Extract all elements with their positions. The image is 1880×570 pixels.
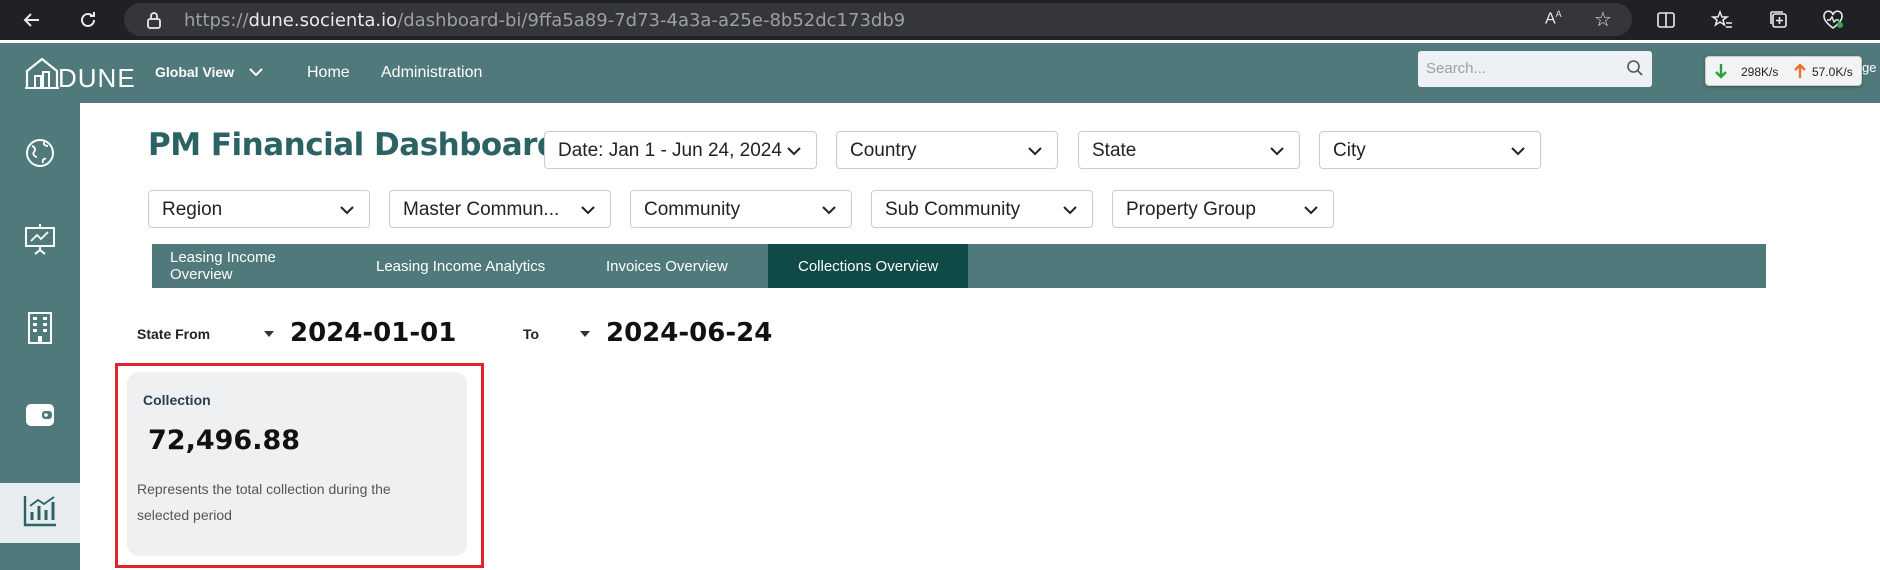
- wallet-icon: [24, 401, 56, 434]
- sidebar: [0, 103, 80, 570]
- date-filter-label: Date: Jan 1 - Jun 24, 2024: [558, 140, 782, 161]
- city-label: City: [1333, 140, 1366, 161]
- property-group-label: Property Group: [1126, 199, 1256, 220]
- sidebar-item-buildings[interactable]: [0, 300, 80, 360]
- chevron-down-icon: [1062, 202, 1078, 220]
- chevron-down-icon: [1027, 143, 1043, 161]
- browser-essentials-icon[interactable]: [1819, 6, 1847, 34]
- sub-community-label: Sub Community: [885, 199, 1021, 220]
- to-date-value[interactable]: 2024-06-24: [606, 318, 772, 348]
- caret-down-icon[interactable]: [264, 331, 274, 337]
- address-bar[interactable]: https://dune.socienta.io/dashboard-bi/9f…: [124, 3, 1632, 36]
- dashboard-tabs: Leasing Income Overview Leasing Income A…: [152, 244, 1766, 288]
- card-description: Represents the total collection during t…: [137, 481, 391, 523]
- browser-toolbar: https://dune.socienta.io/dashboard-bi/9f…: [0, 0, 1880, 40]
- tab-leasing-income-analytics[interactable]: Leasing Income Analytics: [358, 244, 578, 288]
- chevron-down-icon: [248, 64, 264, 80]
- sidebar-item-analytics[interactable]: [0, 483, 80, 543]
- download-speed: 298K/s: [1741, 65, 1779, 79]
- favorites-icon[interactable]: [1708, 6, 1736, 34]
- search-input[interactable]: Search...: [1418, 51, 1652, 87]
- chevron-down-icon: [339, 202, 355, 220]
- from-date-value[interactable]: 2024-01-01: [290, 318, 456, 348]
- read-aloud-icon[interactable]: AA: [1545, 9, 1562, 28]
- card-value: 72,496.88: [148, 425, 301, 456]
- region-label: Region: [162, 199, 223, 220]
- region-dropdown[interactable]: Region: [148, 190, 370, 228]
- search-icon[interactable]: [1626, 59, 1644, 82]
- nav-administration[interactable]: Administration: [381, 64, 482, 82]
- country-label: Country: [850, 140, 917, 161]
- sub-community-dropdown[interactable]: Sub Community: [871, 190, 1093, 228]
- building-icon: [26, 311, 54, 350]
- bar-chart-icon: [22, 494, 58, 533]
- split-screen-icon[interactable]: [1652, 6, 1680, 34]
- chevron-down-icon: [786, 143, 802, 161]
- master-community-label: Master Commun...: [403, 199, 560, 220]
- to-label: To: [523, 326, 540, 342]
- search-placeholder: Search...: [1426, 60, 1487, 77]
- refresh-icon[interactable]: [74, 6, 102, 34]
- sidebar-item-wallet[interactable]: [0, 387, 80, 447]
- state-dropdown[interactable]: State: [1078, 131, 1300, 169]
- chevron-down-icon: [1510, 143, 1526, 161]
- lock-icon: [146, 11, 162, 34]
- logo-text: DUNE: [58, 63, 136, 93]
- page-title: PM Financial Dashboard: [148, 127, 559, 163]
- chevron-down-icon: [580, 202, 596, 220]
- favorite-star-icon[interactable]: ☆: [1594, 7, 1612, 32]
- card-title: Collection: [143, 392, 211, 408]
- state-from-label: State From: [137, 326, 211, 342]
- chevron-down-icon: [1269, 143, 1285, 161]
- date-filter-dropdown[interactable]: Date: Jan 1 - Jun 24, 2024: [544, 131, 817, 169]
- tab-collections-overview[interactable]: Collections Overview: [768, 244, 968, 288]
- presentation-chart-icon: [23, 222, 57, 261]
- sidebar-item-global[interactable]: [0, 125, 80, 185]
- community-dropdown[interactable]: Community: [630, 190, 852, 228]
- tab-invoices-overview[interactable]: Invoices Overview: [578, 244, 768, 288]
- network-speed-badge: 298K/s 57.0K/s: [1705, 56, 1862, 86]
- community-label: Community: [644, 199, 741, 220]
- country-dropdown[interactable]: Country: [836, 131, 1058, 169]
- sidebar-item-presentation[interactable]: [0, 211, 80, 271]
- back-arrow-icon[interactable]: [18, 6, 46, 34]
- upload-speed: 57.0K/s: [1812, 65, 1853, 79]
- nav-home[interactable]: Home: [307, 64, 350, 82]
- caret-down-icon[interactable]: [580, 331, 590, 337]
- master-community-dropdown[interactable]: Master Commun...: [389, 190, 611, 228]
- download-arrow-icon: [1714, 62, 1728, 83]
- chevron-down-icon: [821, 202, 837, 220]
- global-view-dropdown[interactable]: Global View: [155, 64, 264, 80]
- city-dropdown[interactable]: City: [1319, 131, 1541, 169]
- chevron-down-icon: [1303, 202, 1319, 220]
- collections-icon[interactable]: [1765, 6, 1793, 34]
- url-text: https://dune.socienta.io/dashboard-bi/9f…: [184, 10, 906, 31]
- globe-icon: [24, 137, 56, 174]
- state-label: State: [1092, 140, 1137, 161]
- upload-arrow-icon: [1793, 62, 1807, 83]
- tab-leasing-income-overview[interactable]: Leasing Income Overview: [152, 244, 358, 288]
- global-view-label: Global View: [155, 64, 235, 80]
- collection-kpi-card: Collection 72,496.88 Represents the tota…: [127, 372, 467, 556]
- property-group-dropdown[interactable]: Property Group: [1112, 190, 1334, 228]
- header-overflow-text: ge: [1862, 60, 1877, 75]
